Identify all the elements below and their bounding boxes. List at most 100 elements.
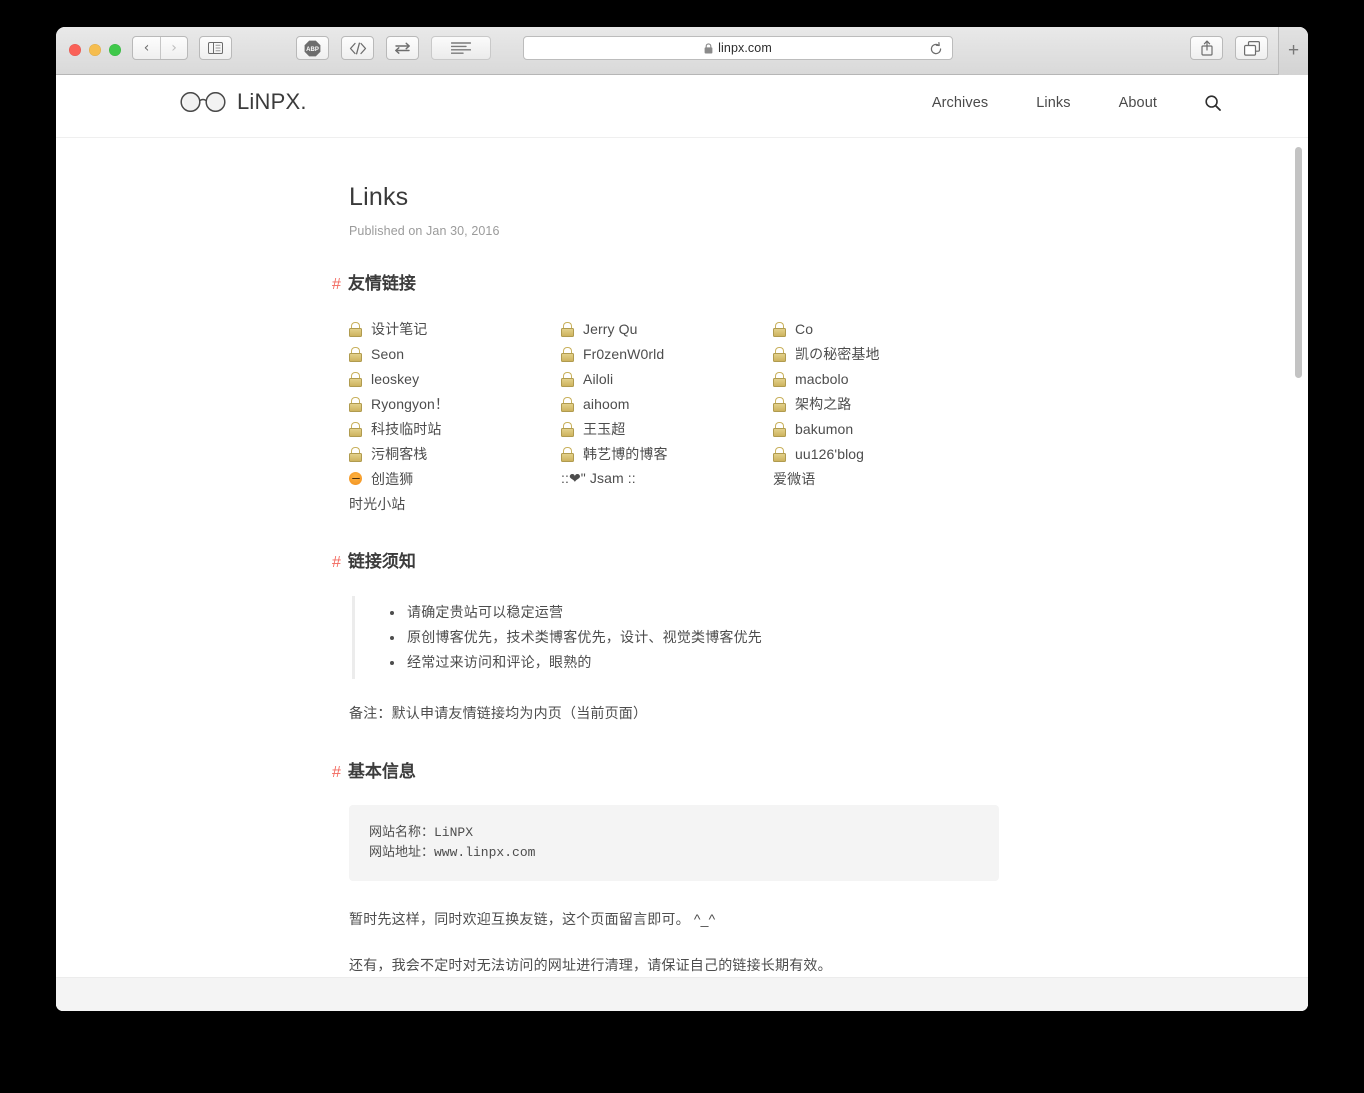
lock-icon xyxy=(349,372,362,387)
friend-link-item[interactable]: 凯の秘密基地 xyxy=(773,341,985,366)
reload-icon xyxy=(930,42,942,55)
browser-window: ‹ › ABP linpx.com + LiNPX. Archives Link… xyxy=(56,27,1308,1011)
heading-friend-links: # 友情链接 xyxy=(332,269,1308,294)
friend-link-item[interactable]: ::❤" Jsam :: xyxy=(561,466,773,491)
search-button[interactable] xyxy=(1181,95,1245,111)
friend-link-label: 创造狮 xyxy=(371,470,414,487)
share-icon xyxy=(1200,40,1213,56)
lock-icon xyxy=(349,347,362,362)
list-item: 经常过来访问和评论，眼熟的 xyxy=(389,650,1308,675)
reload-button[interactable] xyxy=(927,40,945,58)
site-logo[interactable]: LiNPX. xyxy=(179,89,307,115)
lock-icon xyxy=(349,447,362,462)
new-tab-button[interactable]: + xyxy=(1278,27,1308,75)
hash-anchor-icon: # xyxy=(332,554,341,571)
code-brackets-icon xyxy=(349,42,366,54)
scrollbar-thumb[interactable] xyxy=(1295,147,1302,378)
friend-link-item[interactable]: uu126'blog xyxy=(773,441,985,466)
adblock-button[interactable]: ABP xyxy=(296,36,329,60)
friend-link-item[interactable]: Fr0zenW0rld xyxy=(561,341,773,366)
tab-overview-icon xyxy=(1243,40,1260,56)
hash-anchor-icon: # xyxy=(332,276,341,293)
reader-view-button[interactable] xyxy=(431,36,491,60)
window-controls xyxy=(69,44,121,56)
friend-link-item[interactable]: 污桐客栈 xyxy=(349,441,561,466)
site-nav: Archives Links About xyxy=(908,95,1245,111)
friend-link-item[interactable]: 创造狮 xyxy=(349,466,561,491)
lock-icon xyxy=(561,397,574,412)
nav-item-about[interactable]: About xyxy=(1095,95,1181,111)
list-item: 请确定贵站可以稳定运营 xyxy=(389,600,1308,625)
lock-icon xyxy=(773,372,786,387)
friend-link-label: Jerry Qu xyxy=(583,320,638,337)
friend-link-label: Co xyxy=(795,320,814,337)
friend-link-item[interactable]: leoskey xyxy=(349,366,561,391)
friend-link-item[interactable]: 时光小站 xyxy=(349,491,561,516)
friend-link-item[interactable]: 设计笔记 xyxy=(349,316,561,341)
friend-link-item[interactable]: 科技临时站 xyxy=(349,416,561,441)
friend-link-item[interactable]: 爱微语 xyxy=(773,466,985,491)
web-page: LiNPX. Archives Links About Links Publis… xyxy=(56,75,1308,1011)
friend-link-item[interactable]: Ailoli xyxy=(561,366,773,391)
friend-link-item[interactable]: macbolo xyxy=(773,366,985,391)
friend-link-item[interactable]: 架构之路 xyxy=(773,391,985,416)
sidebar-icon xyxy=(208,42,223,54)
address-bar[interactable]: linpx.com xyxy=(523,36,953,60)
friend-link-label: 凯の秘密基地 xyxy=(795,345,880,362)
site-header: LiNPX. Archives Links About xyxy=(56,75,1308,138)
maximize-window-button[interactable] xyxy=(109,44,121,56)
adblock-icon: ABP xyxy=(304,40,321,56)
friend-links-grid: 设计笔记 Jerry Qu Co Seon Fr0zenW0rld 凯の秘密基地 leosk… xyxy=(349,316,1308,516)
nav-item-archives[interactable]: Archives xyxy=(908,95,1012,111)
search-icon xyxy=(1205,95,1221,111)
friend-link-item[interactable]: 王玉超 xyxy=(561,416,773,441)
chevron-left-icon: ‹ xyxy=(143,40,150,56)
back-button[interactable]: ‹ xyxy=(133,37,160,59)
browser-toolbar: ‹ › ABP linpx.com + xyxy=(56,27,1308,75)
friend-link-item[interactable]: Jerry Qu xyxy=(561,316,773,341)
lock-icon xyxy=(773,347,786,362)
friend-link-label: aihoom xyxy=(583,395,630,412)
friend-link-item[interactable]: Co xyxy=(773,316,985,341)
hash-anchor-icon: # xyxy=(332,764,341,781)
notice-list: 请确定贵站可以稳定运营 原创博客优先，技术类博客优先，设计、视觉类博客优先 经常… xyxy=(389,600,1308,675)
lock-icon xyxy=(349,422,362,437)
heading-friend-links-text: 友情链接 xyxy=(347,274,416,293)
friend-link-item[interactable]: 韩艺博的博客 xyxy=(561,441,773,466)
friend-link-label: Seon xyxy=(371,345,405,362)
page-scrollbar[interactable] xyxy=(1292,124,1306,1011)
friend-link-label: 科技临时站 xyxy=(371,420,442,437)
swap-arrows-icon xyxy=(395,42,410,54)
forward-button[interactable]: › xyxy=(160,37,187,59)
lock-icon xyxy=(561,347,574,362)
friend-link-label: macbolo xyxy=(795,370,849,387)
lock-icon xyxy=(561,447,574,462)
friend-link-item[interactable]: bakumon xyxy=(773,416,985,441)
navigation-buttons: ‹ › xyxy=(132,36,188,60)
share-button[interactable] xyxy=(1190,36,1223,60)
page-title: Links xyxy=(349,183,409,211)
closing-paragraph-2: 还有，我会不定时对无法访问的网址进行清理，请保证自己的链接长期有效。 xyxy=(349,957,832,973)
sidebar-toggle-button[interactable] xyxy=(199,36,232,60)
friend-link-label: Ailoli xyxy=(583,370,614,387)
friend-link-label: ::❤" Jsam :: xyxy=(561,470,636,486)
friend-link-label: leoskey xyxy=(371,370,420,387)
tab-overview-button[interactable] xyxy=(1235,36,1268,60)
friend-link-item[interactable]: Ryongyon！ xyxy=(349,391,561,416)
lock-icon xyxy=(773,322,786,337)
lock-icon xyxy=(773,422,786,437)
swap-button[interactable] xyxy=(386,36,419,60)
close-window-button[interactable] xyxy=(69,44,81,56)
friend-link-item[interactable]: Seon xyxy=(349,341,561,366)
nav-item-links[interactable]: Links xyxy=(1012,95,1094,111)
lock-icon xyxy=(561,322,574,337)
friend-link-item[interactable]: aihoom xyxy=(561,391,773,416)
glasses-icon xyxy=(180,92,226,112)
devtools-button[interactable] xyxy=(341,36,374,60)
heading-notice: # 链接须知 xyxy=(332,547,1308,572)
friend-link-label: uu126'blog xyxy=(795,445,865,462)
friend-link-label: 王玉超 xyxy=(583,420,626,437)
list-item: 原创博客优先，技术类博客优先，设计、视觉类博客优先 xyxy=(389,625,1308,650)
minimize-window-button[interactable] xyxy=(89,44,101,56)
friend-link-label: 设计笔记 xyxy=(371,320,428,337)
